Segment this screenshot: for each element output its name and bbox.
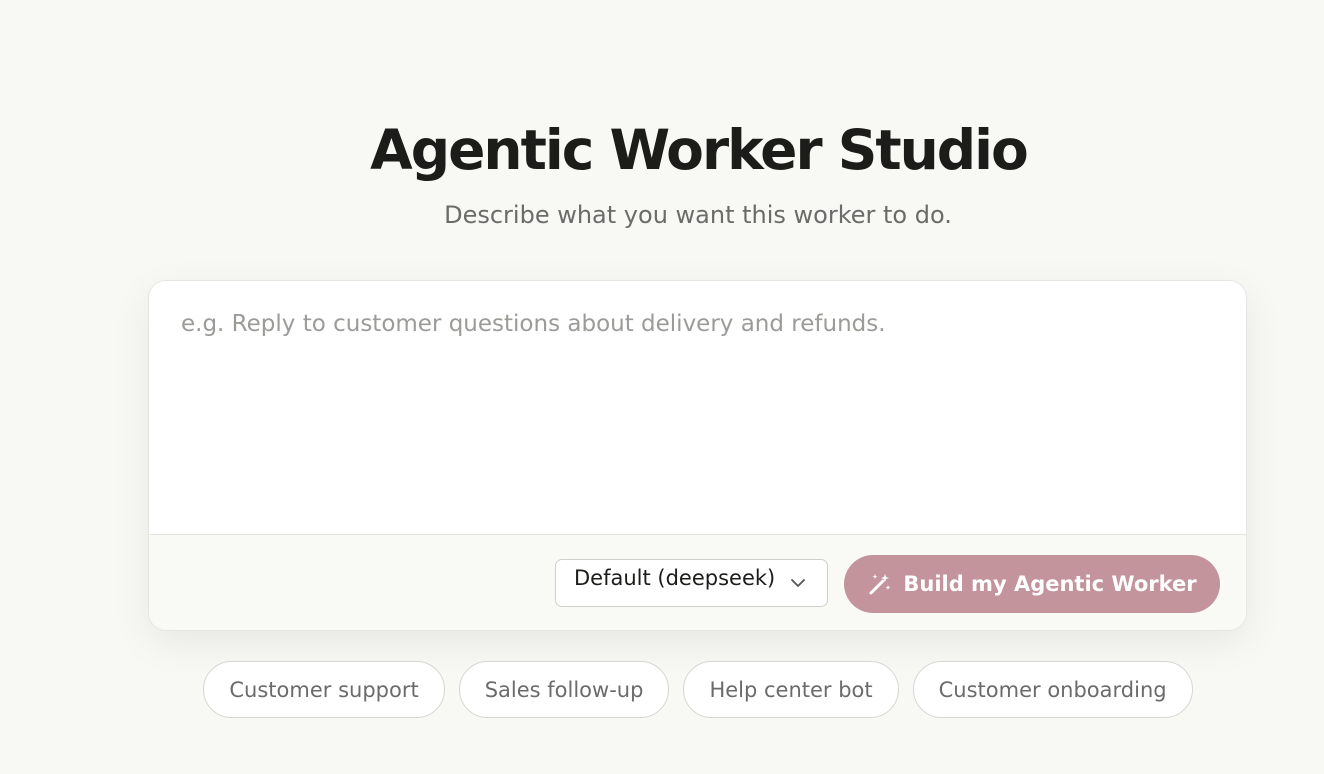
- page-subtitle: Describe what you want this worker to do…: [444, 201, 952, 229]
- suggestion-chips: Customer support Sales follow-up Help ce…: [0, 661, 1324, 718]
- worker-composer: Default (deepseek) Build my Agentic Work…: [148, 280, 1247, 631]
- suggestion-chip-help-center-bot[interactable]: Help center bot: [683, 661, 899, 718]
- page-title: Agentic Worker Studio: [370, 118, 1029, 182]
- chevron-down-icon: [791, 579, 805, 587]
- composer-footer: Default (deepseek) Build my Agentic Work…: [149, 534, 1246, 630]
- model-select-value: Default (deepseek): [574, 566, 776, 590]
- suggestion-chip-sales-follow-up[interactable]: Sales follow-up: [458, 661, 670, 718]
- build-worker-button[interactable]: Build my Agentic Worker: [844, 555, 1220, 613]
- model-select[interactable]: Default (deepseek): [555, 559, 828, 607]
- suggestion-chip-customer-support[interactable]: Customer support: [203, 661, 445, 718]
- suggestion-chip-customer-onboarding[interactable]: Customer onboarding: [912, 661, 1193, 718]
- build-button-label: Build my Agentic Worker: [903, 572, 1197, 596]
- worker-description-input[interactable]: [149, 281, 1246, 534]
- page: Agentic Worker Studio Describe what you …: [0, 0, 1324, 774]
- magic-wand-icon: [869, 574, 891, 595]
